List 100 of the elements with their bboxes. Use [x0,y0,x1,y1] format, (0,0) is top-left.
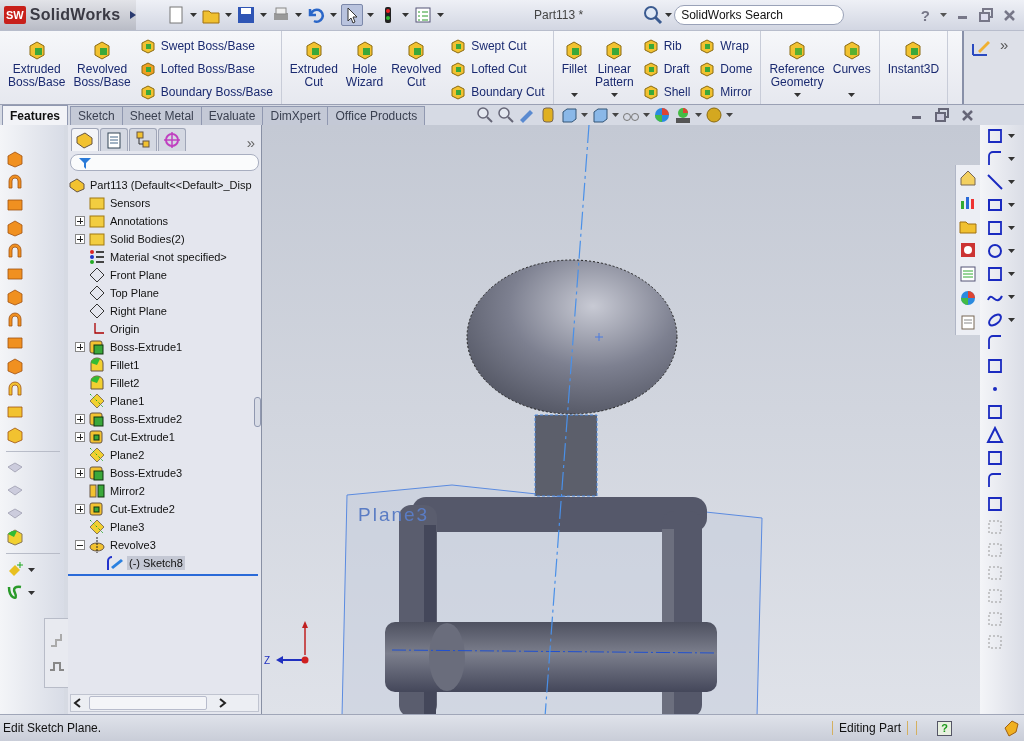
rectangle-icon[interactable] [986,196,1004,214]
filter-field[interactable] [70,154,259,171]
expander-toggle[interactable] [75,216,85,226]
caret-icon[interactable] [1008,180,1015,184]
tab[interactable]: Office Products [327,106,426,125]
horizontal-scrollbar[interactable] [70,694,259,712]
tree-item[interactable]: Plane1 [108,394,147,408]
tag-icon[interactable] [1002,719,1021,737]
caret-icon[interactable] [1008,203,1015,207]
caret-icon[interactable] [570,93,578,97]
command-button[interactable]: Extruded Cut [287,33,340,101]
caret-icon[interactable] [793,93,801,97]
more-button[interactable]: » [246,134,255,151]
tree-item[interactable]: Annotations [108,214,171,228]
caret-icon[interactable] [610,93,618,97]
caret-icon[interactable] [367,13,374,17]
caret-icon[interactable] [190,13,197,17]
command-button[interactable]: Lofted Boss/Base [136,58,275,80]
command-button[interactable]: Boundary Cut [447,81,547,103]
search-field[interactable]: SolidWorks Search [674,5,845,25]
command-button[interactable]: Mirror [696,81,755,103]
caret-icon[interactable] [402,13,409,17]
scene-icon[interactable] [674,106,693,124]
command-button[interactable]: Lofted Cut [447,58,547,80]
crosshair-tab[interactable] [158,128,186,151]
property-tab[interactable] [100,128,128,151]
caret-icon[interactable] [695,113,703,117]
circle-icon[interactable] [986,242,1004,260]
caret-icon[interactable] [1008,134,1015,138]
caret-icon[interactable] [1008,272,1015,276]
tab[interactable]: Sketch [70,106,123,125]
caret-icon[interactable] [940,13,947,17]
expander-toggle[interactable] [75,540,85,550]
tree-item[interactable]: Part113 (Default<<Default>_Disp [88,178,254,192]
expand-arrow-icon[interactable] [130,11,136,19]
close-icon[interactable] [1003,8,1016,22]
tree-item[interactable]: Fillet1 [108,358,142,372]
caret-icon[interactable] [225,13,232,17]
command-button[interactable]: Curves [830,33,873,101]
tree-item[interactable]: Material <not specified> [108,250,229,264]
tree-item[interactable]: Boss-Extrude3 [108,466,185,480]
tree-item[interactable]: Right Plane [108,304,169,318]
library-icon[interactable] [959,241,977,259]
tree-item[interactable]: Solid Bodies(2) [108,232,187,246]
caret-icon[interactable] [1008,226,1015,230]
arch-icon[interactable] [6,173,24,191]
ball-knob[interactable] [466,259,678,415]
command-button[interactable]: Wrap [696,35,755,57]
command-button[interactable]: Swept Boss/Base [136,35,275,57]
tree-item[interactable]: Fillet2 [108,376,142,390]
tab[interactable]: Evaluate [200,106,264,125]
scrollbar-thumb[interactable] [89,696,207,710]
caret-icon[interactable] [665,13,673,17]
caret-icon[interactable] [260,13,267,17]
command-button[interactable]: Linear Pattern [592,33,636,101]
expander-toggle[interactable] [75,504,85,514]
tree-item[interactable]: (-) Sketch8 [127,556,185,570]
tree-item[interactable]: Front Plane [108,268,169,282]
house-icon[interactable] [959,169,977,187]
caret-icon[interactable] [295,13,302,17]
tree-item[interactable]: Plane2 [108,448,147,462]
tree-item[interactable]: Boss-Extrude1 [108,340,185,354]
command-button[interactable]: Revolved Cut [389,33,444,101]
feature-tree-tab[interactable] [71,128,99,151]
rounded-cube-icon[interactable] [6,528,24,546]
command-button[interactable]: Reference Geometry [767,33,827,101]
restore-icon[interactable] [935,108,949,122]
checklist-icon[interactable] [413,5,433,25]
caret-icon[interactable] [643,113,651,117]
caret-icon[interactable] [1008,318,1015,322]
command-button[interactable]: Fillet [559,33,589,101]
expander-toggle[interactable] [75,432,85,442]
command-button[interactable]: Instant3D [885,33,942,101]
zoom-area-icon[interactable] [497,106,516,124]
save-icon[interactable] [236,5,256,25]
pie-icon[interactable] [959,289,977,307]
tab[interactable]: Sheet Metal [121,106,202,125]
command-button[interactable]: Dome [696,58,755,80]
command-button[interactable]: Draft [639,58,693,80]
tab[interactable]: DimXpert [262,106,329,125]
expander-toggle[interactable] [75,414,85,424]
caret-icon[interactable] [726,113,734,117]
caret-icon[interactable] [330,13,337,17]
tree-item[interactable]: Plane3 [108,520,147,534]
command-button[interactable]: Boundary Boss/Base [136,81,275,103]
expander-toggle[interactable] [75,342,85,352]
command-button[interactable]: Revolved Boss/Base [71,33,133,101]
command-button[interactable]: Shell [639,81,693,103]
restore-icon[interactable] [979,8,993,22]
caret-icon[interactable] [28,591,35,595]
tree-item[interactable]: Revolve3 [108,538,158,552]
line-icon[interactable] [986,173,1004,191]
configuration-tab[interactable] [129,128,157,151]
pie-sphere-icon[interactable] [653,106,672,124]
help-button[interactable]: ? [920,6,930,24]
triangle-icon[interactable] [986,426,1004,444]
command-button[interactable]: Hole Wizard [343,33,386,101]
tab[interactable]: Features [2,105,69,125]
pointer-icon[interactable] [341,4,363,26]
caret-icon[interactable] [848,93,856,97]
